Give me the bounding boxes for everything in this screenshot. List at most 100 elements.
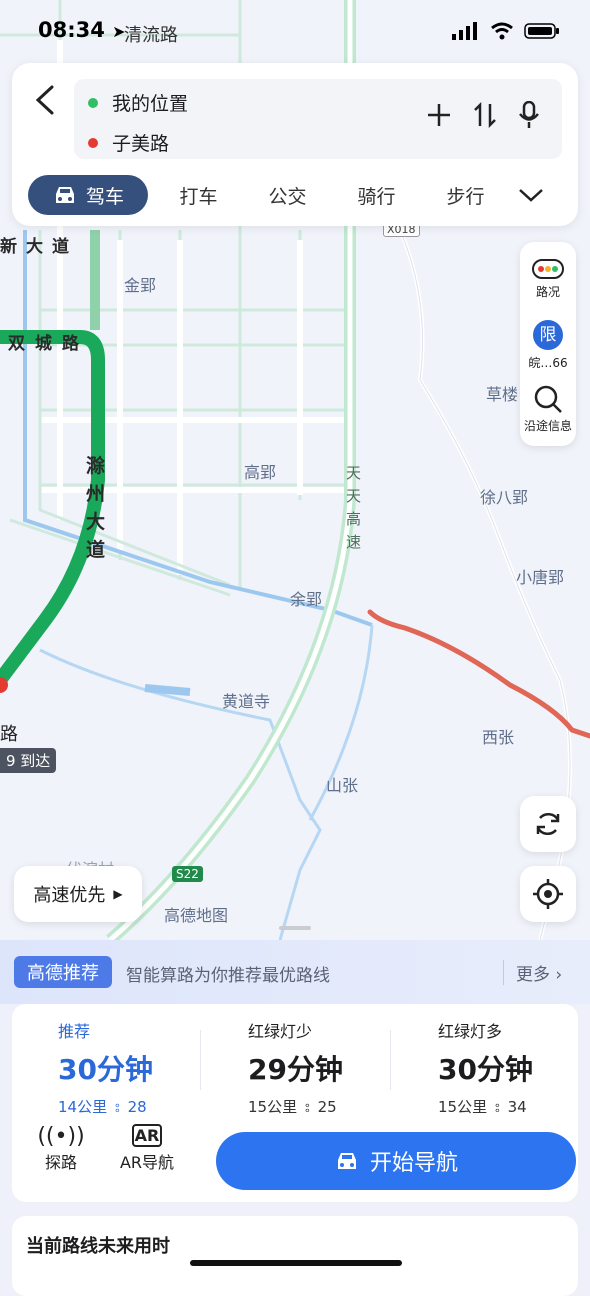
tab-bike[interactable]: 骑行	[332, 182, 421, 209]
route-option-meta: 15公里 ⦂ 34	[438, 1096, 590, 1117]
traffic-light-icon	[532, 259, 564, 279]
route-search-card: 我的位置 子美路 驾车 打车 公交 骑行 步行	[12, 63, 578, 226]
map-label-xizhang: 西张	[482, 728, 515, 747]
route-option-more-lights[interactable]: 红绿灯多 30分钟 15公里 ⦂ 34	[438, 1018, 590, 1117]
location-arrow-icon: ➤	[112, 22, 126, 41]
car-icon	[337, 1153, 356, 1169]
map-label-huangdaosi: 黄道寺	[222, 692, 271, 711]
status-time-text: 08:34	[38, 18, 105, 42]
highway-priority-button[interactable]: 高速优先 ▶	[14, 866, 142, 922]
destination-dot-icon	[88, 137, 98, 148]
highway-priority-label: 高速优先	[33, 885, 106, 906]
divider	[200, 1030, 201, 1090]
chevron-right-icon: ›	[555, 965, 563, 985]
map-label-xubaying: 徐八郢	[480, 488, 529, 507]
route-option-meta: 14公里 ⦂ 28	[58, 1096, 246, 1117]
map-label-xiaotangying: 小唐郢	[516, 568, 565, 587]
probe-road-button[interactable]: ((•)) 探路	[26, 1124, 96, 1173]
status-time: 08:34 ➤	[38, 18, 126, 42]
ar-nav-button[interactable]: AR AR导航	[112, 1124, 182, 1173]
status-icons	[452, 22, 560, 40]
road-label-shuangcheng: 双城路	[8, 334, 89, 354]
route-option-fewer-lights[interactable]: 红绿灯少 29分钟 15公里 ⦂ 25	[248, 1018, 436, 1117]
road-code-s22: S22	[172, 866, 203, 882]
route-option-duration: 29分钟	[248, 1053, 343, 1086]
road-label-tiantian-highway: 天天高速	[346, 464, 362, 551]
route-option-duration: 30分钟	[438, 1053, 533, 1086]
road-label-chuzhou-avenue: 滁州大道	[86, 455, 106, 561]
route-option-label: 红绿灯多	[438, 1022, 503, 1041]
route-option-duration: 30分钟	[58, 1053, 153, 1086]
add-waypoint-icon[interactable]	[426, 102, 452, 128]
traffic-light-small-icon: ⦂	[305, 1097, 310, 1116]
car-icon	[55, 187, 74, 203]
route-option-distance: 15公里	[248, 1098, 298, 1116]
chevron-down-icon[interactable]	[516, 185, 546, 205]
route-end-label: 路	[0, 724, 18, 745]
route-option-label: 红绿灯少	[248, 1022, 313, 1041]
traffic-toggle[interactable]: 路况	[520, 258, 576, 300]
map-label-yuying: 余郢	[290, 590, 323, 609]
map-watermark: 高德地图	[164, 906, 229, 925]
travel-mode-tabs: 驾车 打车 公交 骑行 步行	[28, 175, 568, 215]
route-option-distance: 14公里	[58, 1098, 108, 1116]
divider	[390, 1030, 391, 1090]
restriction-badge-icon: 限	[533, 320, 563, 350]
tab-drive[interactable]: 驾车	[28, 175, 148, 215]
route-option-lights: 28	[127, 1097, 147, 1116]
eta-tag: 9 到达	[0, 748, 57, 773]
swap-icon[interactable]	[472, 102, 498, 128]
route-input-actions	[426, 101, 540, 129]
recommend-more-button[interactable]: 更多 ›	[503, 960, 562, 985]
start-navigation-button[interactable]: 开始导航	[216, 1132, 576, 1190]
along-route-label: 沿途信息	[523, 419, 572, 433]
road-label-xin-avenue: 新大道	[0, 237, 78, 257]
back-button[interactable]	[32, 83, 60, 117]
tab-transit[interactable]: 公交	[243, 182, 332, 209]
future-duration-title: 当前路线未来用时	[26, 1236, 170, 1257]
tab-drive-label: 驾车	[85, 185, 124, 208]
sheet-handle[interactable]	[279, 926, 311, 930]
status-bar: 08:34 ➤	[0, 18, 590, 48]
destination-text: 子美路	[112, 133, 170, 155]
route-input-box: 我的位置 子美路	[74, 79, 562, 159]
destination-field[interactable]: 子美路	[88, 129, 169, 156]
future-duration-card[interactable]: 当前路线未来用时	[12, 1216, 578, 1296]
traffic-light-small-icon: ⦂	[115, 1097, 120, 1116]
recommend-text: 智能算路为你推荐最优路线	[126, 966, 330, 986]
route-options-card: 推荐 30分钟 14公里 ⦂ 28 红绿灯少 29分钟 15公里 ⦂ 25 红绿灯多 3…	[12, 1004, 578, 1202]
tab-walk[interactable]: 步行	[421, 182, 510, 209]
origin-dot-icon	[88, 97, 98, 108]
battery-icon	[524, 23, 559, 39]
start-navigation-label: 开始导航	[369, 1151, 458, 1176]
map-label-caolou: 草楼	[486, 385, 519, 404]
ar-icon: AR	[132, 1124, 162, 1147]
route-option-meta: 15公里 ⦂ 25	[248, 1096, 436, 1117]
recommend-more-label: 更多	[516, 965, 550, 985]
microphone-icon[interactable]	[518, 101, 540, 129]
wifi-icon	[491, 22, 513, 40]
route-option-distance: 15公里	[438, 1098, 488, 1116]
recommend-badge: 高德推荐	[14, 956, 112, 988]
route-option-recommended[interactable]: 推荐 30分钟 14公里 ⦂ 28	[58, 1018, 246, 1117]
map-label-gaoying: 高郢	[244, 463, 277, 482]
origin-text: 我的位置	[112, 93, 189, 115]
route-option-label: 推荐	[58, 1022, 91, 1041]
route-option-lights: 25	[317, 1097, 337, 1116]
along-route-info[interactable]: 沿途信息	[520, 384, 576, 434]
signal-icon	[452, 22, 477, 40]
locate-me-button[interactable]	[520, 866, 576, 922]
radar-icon: ((•))	[37, 1124, 85, 1149]
traffic-label: 路况	[535, 285, 560, 299]
route-option-lights: 34	[507, 1097, 527, 1116]
ar-nav-label: AR导航	[119, 1153, 175, 1172]
chevron-left-icon	[35, 85, 54, 115]
triangle-right-icon: ▶	[113, 887, 123, 901]
origin-field[interactable]: 我的位置	[88, 89, 188, 116]
home-indicator	[190, 1260, 402, 1266]
restriction-toggle[interactable]: 限 皖…66	[520, 320, 576, 371]
probe-road-label: 探路	[44, 1153, 77, 1172]
traffic-light-small-icon: ⦂	[495, 1097, 500, 1116]
tab-taxi[interactable]: 打车	[154, 182, 243, 209]
refresh-route-button[interactable]	[520, 796, 576, 852]
